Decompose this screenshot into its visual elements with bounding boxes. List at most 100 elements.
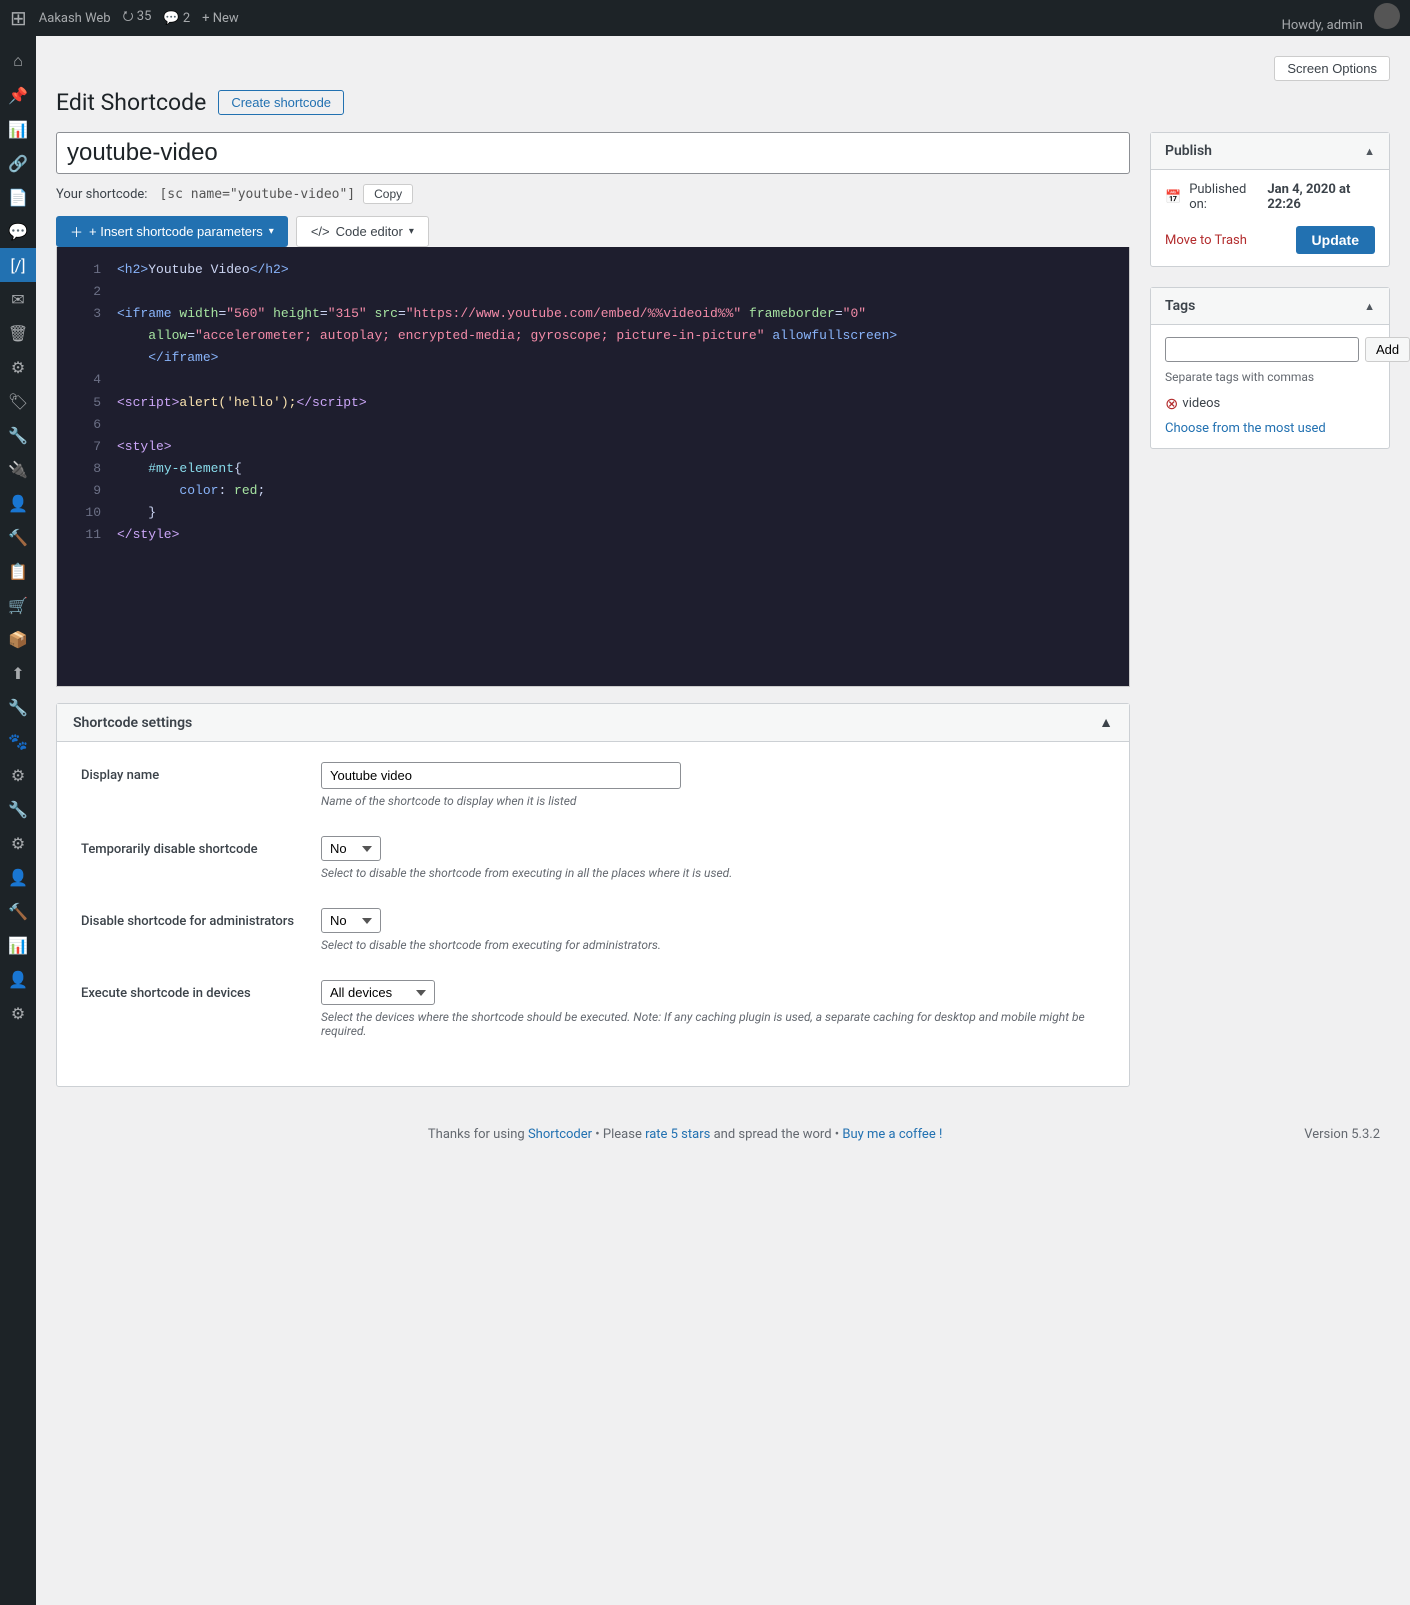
choose-tags-link[interactable]: Choose from the most used [1165,421,1326,436]
rate-link[interactable]: rate 5 stars [645,1127,710,1142]
page-header: Edit Shortcode Create shortcode [56,89,1390,116]
sidebar-item-paw[interactable]: 🐾 [0,724,36,758]
disable-admin-control: No Yes Select to disable the shortcode f… [321,908,1105,952]
insert-parameters-button[interactable]: ＋ + Insert shortcode parameters ▾ [56,216,288,247]
code-line-7: 7 <style> [73,436,1113,458]
sidebar-item-tools[interactable]: 🔧 [0,418,36,452]
settings-body: Display name Name of the shortcode to di… [57,742,1129,1086]
chevron-down-icon-2: ▾ [409,226,414,237]
tags-box: Tags ▲ Add Separate tags with commas ⊗ v… [1150,287,1390,449]
howdy-label: Howdy, admin [1282,3,1400,33]
code-line-1: 1 <h2>Youtube Video</h2> [73,259,1113,281]
tags-input[interactable] [1165,337,1359,362]
publish-title: Publish [1165,143,1212,159]
devices-hint: Select the devices where the shortcode s… [321,1010,1105,1038]
sidebar-item-layers[interactable]: ⬆ [0,656,36,690]
disable-label: Temporarily disable shortcode [81,836,321,857]
sidebar-item-admin-user[interactable]: 👤 [0,962,36,996]
settings-row-disable: Temporarily disable shortcode No Yes Sel… [81,836,1105,880]
editor-toolbar: ＋ + Insert shortcode parameters ▾ </> Co… [56,216,1130,247]
disable-hint: Select to disable the shortcode from exe… [321,866,1105,880]
content-main: Your shortcode: [sc name="youtube-video"… [56,132,1130,1087]
sidebar-item-box[interactable]: 📦 [0,622,36,656]
sidebar-item-shortcoder[interactable]: [/] [0,248,36,282]
footer-sep2: and spread the word • [714,1127,843,1142]
calendar-icon: 📅 [1165,190,1181,205]
screen-options-button[interactable]: Screen Options [1274,56,1390,81]
sidebar-item-trash[interactable]: 🗑 [0,316,36,350]
code-line-3: 3 <iframe width="560" height="315" src="… [73,303,1113,325]
disable-admin-select[interactable]: No Yes [321,908,381,933]
sidebar-item-dashboard[interactable]: ⌂ [0,44,36,78]
settings-row-display-name: Display name Name of the shortcode to di… [81,762,1105,808]
updates-count[interactable]: ⭮ 35 [123,7,152,29]
devices-label: Execute shortcode in devices [81,980,321,1001]
new-item[interactable]: + New [202,11,239,26]
sidebar-item-links[interactable]: 🔗 [0,146,36,180]
sidebar-item-bottom-settings[interactable]: ⚙ [0,996,36,1030]
tag-item-videos: ⊗ videos [1165,394,1375,413]
sidebar-item-media[interactable]: 📋 [0,554,36,588]
admin-bar: ⊞ Aakash Web ⭮ 35 💬 2 + New Howdy, admin [0,0,1410,36]
code-line-3c: </iframe> [73,347,1113,369]
display-name-input[interactable] [321,762,681,789]
disable-control: No Yes Select to disable the shortcode f… [321,836,1105,880]
tags-box-header[interactable]: Tags ▲ [1151,288,1389,325]
wp-logo-icon[interactable]: ⊞ [10,6,27,30]
sidebar-item-mail[interactable]: ✉ [0,282,36,316]
buy-link[interactable]: Buy me a coffee ! [842,1127,942,1142]
code-line-5: 5 <script>alert('hello');</script> [73,392,1113,414]
sidebar-item-chart[interactable]: 📊 [0,928,36,962]
tags-hint: Separate tags with commas [1165,370,1375,384]
code-editor-button[interactable]: </> Code editor ▾ [296,216,429,247]
devices-select[interactable]: All devices Desktop only Mobile only [321,980,435,1005]
comments-count[interactable]: 💬 2 [163,11,190,26]
plus-icon: ＋ [70,222,83,241]
code-line-8: 8 #my-element{ [73,458,1113,480]
sidebar-item-wrench[interactable]: 🔧 [0,690,36,724]
sidebar-item-person[interactable]: 👤 [0,860,36,894]
admin-bar-items: ⭮ 35 💬 2 + New [123,7,239,29]
settings-toggle-icon: ▲ [1099,714,1113,731]
disable-admin-hint: Select to disable the shortcode from exe… [321,938,1105,952]
display-name-label: Display name [81,762,321,783]
sidebar-item-tags[interactable]: 🏷 [0,384,36,418]
sidebar-item-theme[interactable]: 🔨 [0,520,36,554]
add-tag-button[interactable]: Add [1365,337,1410,362]
publish-box-header[interactable]: Publish ▲ [1151,133,1389,170]
disable-select[interactable]: No Yes [321,836,381,861]
code-line-11: 11 </style> [73,524,1113,546]
publish-info: 📅 Published on: Jan 4, 2020 at 22:26 [1165,182,1375,212]
copy-button[interactable]: Copy [363,184,413,204]
sidebar-item-hammer[interactable]: 🔨 [0,894,36,928]
sidebar-item-plugins[interactable]: 🔌 [0,452,36,486]
publish-box-body: 📅 Published on: Jan 4, 2020 at 22:26 Mov… [1151,170,1389,266]
sidebar-item-users[interactable]: 👤 [0,486,36,520]
sidebar-item-shop[interactable]: 🛒 [0,588,36,622]
tag-label: videos [1182,396,1220,411]
shortcode-code: [sc name="youtube-video"] [159,187,355,202]
sidebar-item-posts[interactable]: 📌 [0,78,36,112]
tags-toggle-icon: ▲ [1364,300,1375,313]
shortcode-name-input[interactable] [56,132,1130,174]
site-name[interactable]: Aakash Web [39,11,111,26]
code-line-9: 9 color: red; [73,480,1113,502]
publish-actions: Move to Trash Update [1165,226,1375,254]
sidebar-item-gear[interactable]: ⚙ [0,826,36,860]
avatar[interactable] [1374,3,1400,29]
sidebar-item-comments[interactable]: 💬 [0,214,36,248]
settings-header[interactable]: Shortcode settings ▲ [57,704,1129,742]
sidebar-item-settings2[interactable]: ⚙ [0,758,36,792]
move-to-trash-link[interactable]: Move to Trash [1165,233,1247,248]
plugin-link[interactable]: Shortcoder [528,1127,592,1142]
update-button[interactable]: Update [1296,226,1375,254]
create-shortcode-button[interactable]: Create shortcode [218,90,344,115]
sidebar-item-settings[interactable]: ⚙ [0,350,36,384]
code-editor-area[interactable]: 1 <h2>Youtube Video</h2> 2 3 <iframe wid… [56,247,1130,687]
sidebar-item-config[interactable]: 🔧 [0,792,36,826]
tag-remove-icon[interactable]: ⊗ [1165,394,1178,413]
code-icon: </> [311,224,330,239]
sidebar: ⌂ 📌 📊 🔗 📄 💬 [/] ✉ 🗑 ⚙ 🏷 🔧 🔌 👤 🔨 📋 🛒 📦 ⬆ … [0,36,36,1605]
sidebar-item-pages[interactable]: 📄 [0,180,36,214]
sidebar-item-analytics[interactable]: 📊 [0,112,36,146]
